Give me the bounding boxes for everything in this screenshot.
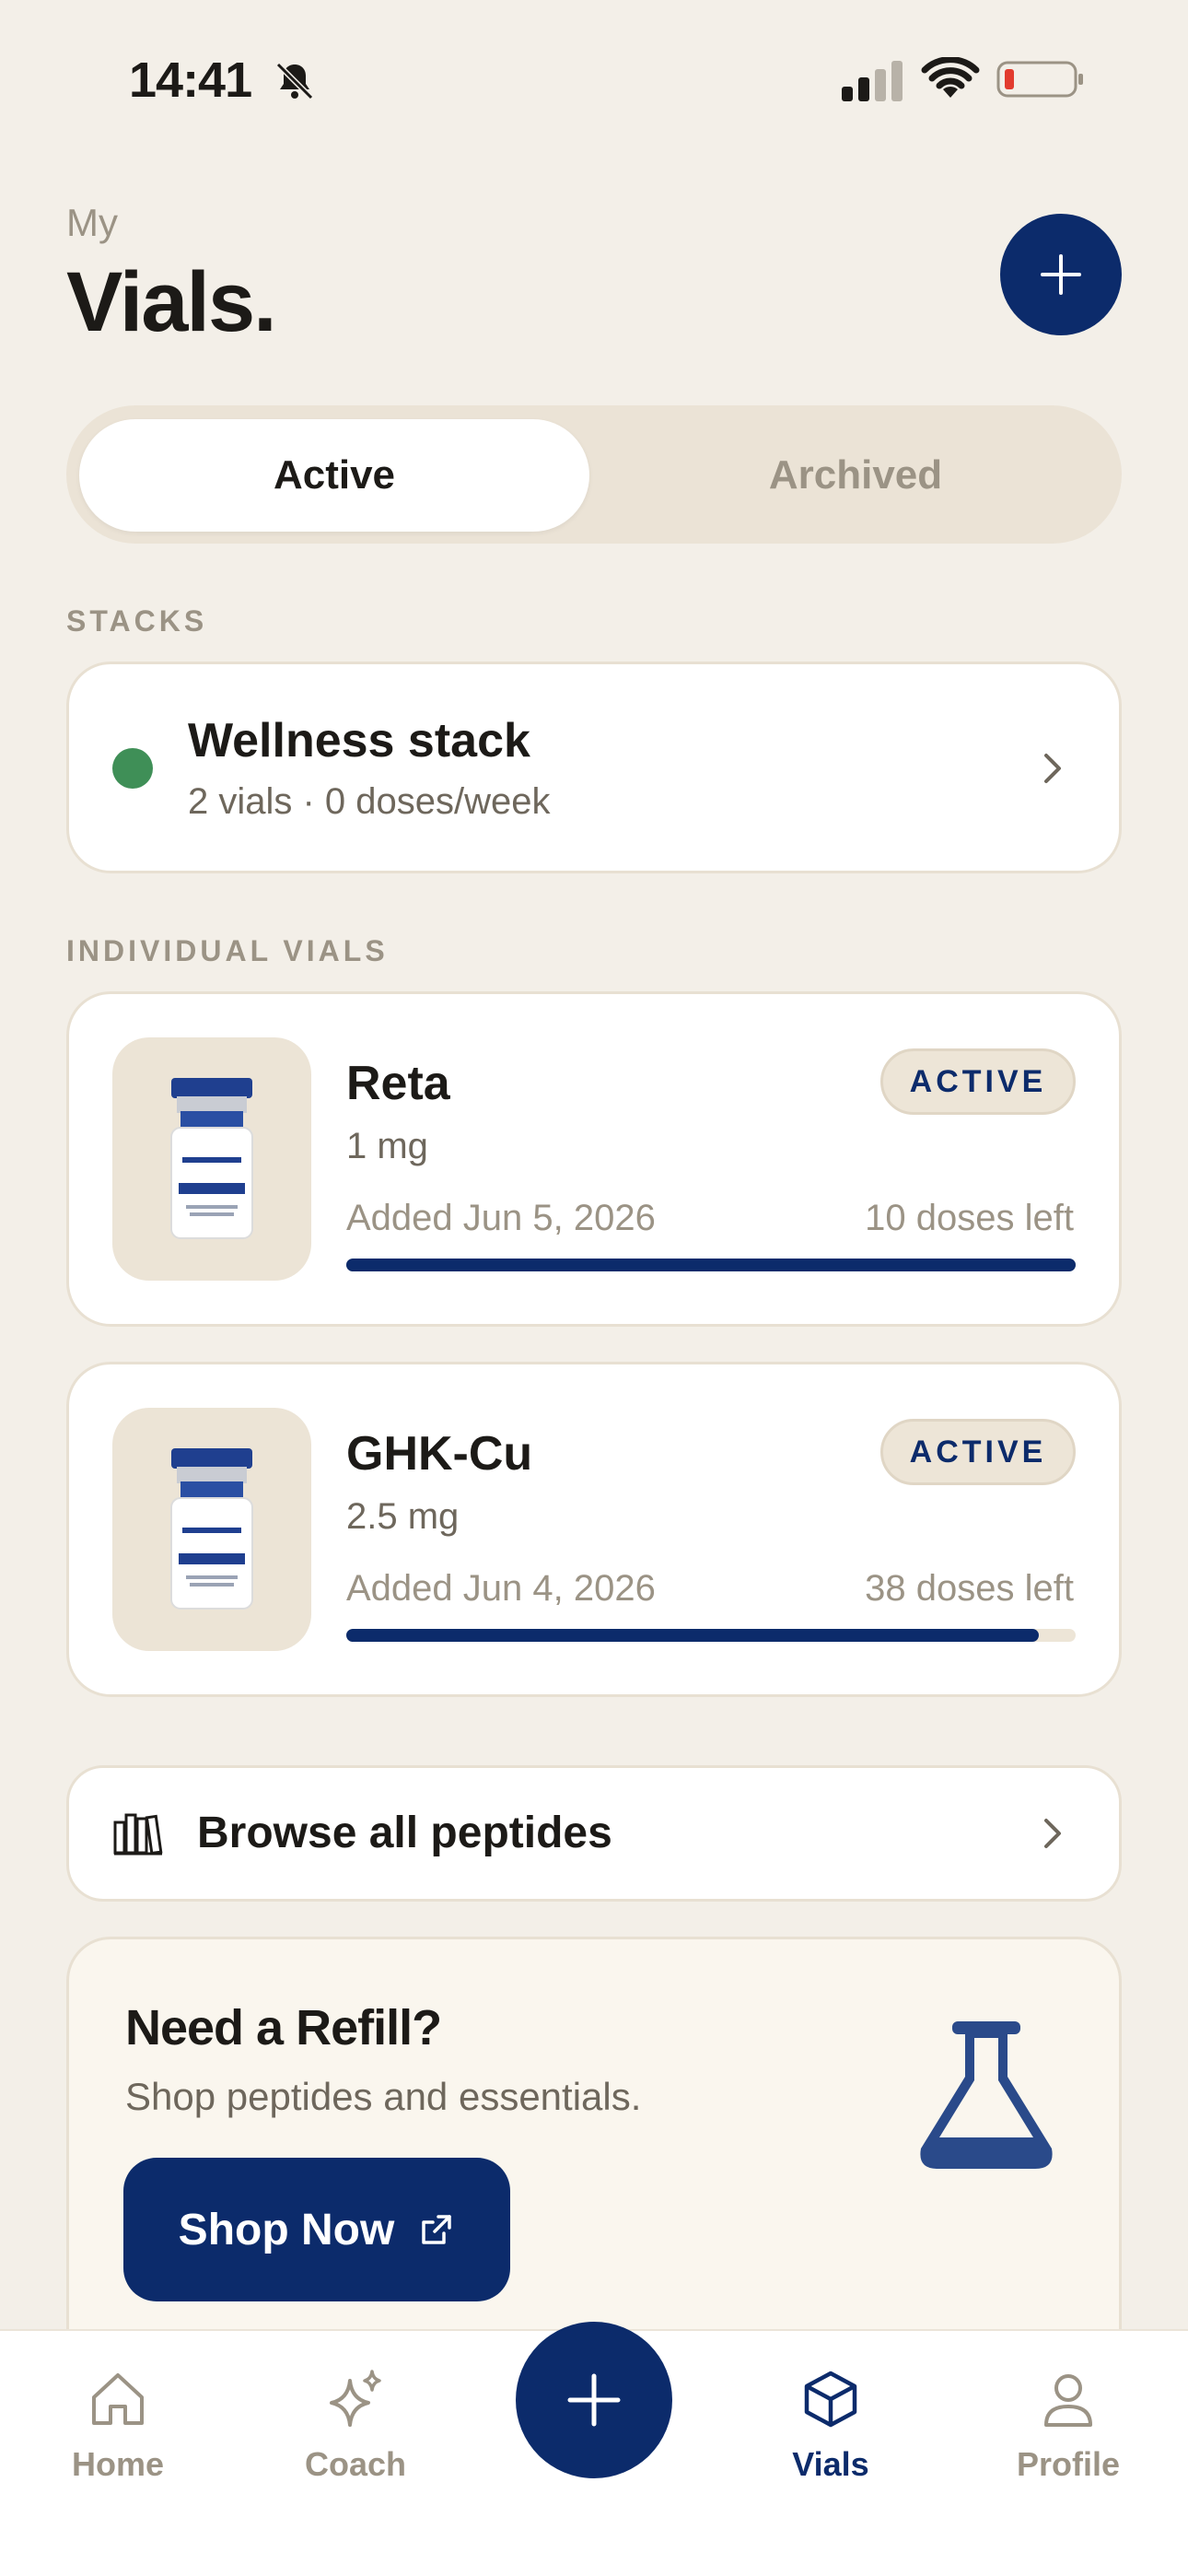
stack-status-dot <box>112 748 153 789</box>
tab-home-label: Home <box>71 2445 165 2483</box>
stack-title: Wellness stack <box>188 714 530 767</box>
refill-subtitle: Shop peptides and essentials. <box>125 2075 642 2118</box>
sparkle-icon <box>330 2370 381 2427</box>
page-eyebrow: My <box>66 201 118 244</box>
person-icon <box>1044 2374 1092 2427</box>
status-badge: ACTIVE <box>880 1419 1076 1485</box>
books-icon <box>113 1813 163 1856</box>
home-icon <box>92 2373 144 2425</box>
plus-icon <box>1041 254 1081 295</box>
tab-vials-label: Vials <box>792 2445 869 2483</box>
status-badge: ACTIVE <box>880 1048 1076 1115</box>
vial-bottle-icon <box>170 1078 253 1239</box>
add-vial-button[interactable] <box>1000 214 1122 335</box>
shop-now-label: Shop Now <box>178 2205 395 2254</box>
chevron-right-icon <box>1044 754 1061 783</box>
refill-title: Need a Refill? <box>125 2000 442 2055</box>
tab-home[interactable]: Home <box>26 2366 210 2484</box>
vial-image <box>112 1037 311 1281</box>
tab-coach[interactable]: Coach <box>263 2366 448 2484</box>
tab-profile[interactable]: Profile <box>976 2366 1160 2484</box>
vial-doses-left: 38 doses left <box>865 1568 1074 1609</box>
battery-icon <box>996 61 1083 98</box>
external-link-icon <box>422 2215 452 2244</box>
cellular-signal-icon <box>842 61 903 101</box>
vial-added-date: Added Jun 4, 2026 <box>346 1568 656 1609</box>
tab-active[interactable]: Active <box>79 419 589 532</box>
vials-section-label: INDIVIDUAL VIALS <box>66 934 389 967</box>
flask-icon <box>920 2021 1053 2169</box>
vial-name: Reta <box>346 1057 450 1110</box>
vial-added-date: Added Jun 5, 2026 <box>346 1198 656 1238</box>
page-title: Vials. <box>66 255 277 349</box>
vial-image <box>112 1408 311 1651</box>
stacks-section-label: STACKS <box>66 604 208 638</box>
wifi-icon <box>921 57 980 98</box>
chevron-right-icon <box>1044 1819 1061 1848</box>
tab-archived[interactable]: Archived <box>602 419 1109 532</box>
tab-vials[interactable]: Vials <box>739 2366 923 2484</box>
status-time: 14:41 <box>129 53 252 108</box>
shop-now-button[interactable]: Shop Now <box>123 2158 510 2301</box>
vial-name: GHK-Cu <box>346 1427 533 1481</box>
vial-doses-left: 10 doses left <box>865 1198 1074 1238</box>
dose-progress-fill <box>346 1629 1039 1642</box>
plus-icon <box>567 2373 621 2427</box>
vial-dose: 2.5 mg <box>346 1496 460 1537</box>
vial-dose: 1 mg <box>346 1126 428 1166</box>
bell-muted-icon <box>275 62 314 100</box>
tab-profile-label: Profile <box>1016 2445 1121 2483</box>
tab-coach-label: Coach <box>304 2445 407 2483</box>
vial-bottle-icon <box>170 1448 253 1610</box>
cube-icon <box>804 2371 857 2428</box>
stack-subtitle: 2 vials · 0 doses/week <box>188 781 551 822</box>
quick-add-button[interactable] <box>516 2322 672 2478</box>
browse-peptides-label: Browse all peptides <box>197 1809 612 1857</box>
dose-progress-fill <box>346 1259 1076 1271</box>
